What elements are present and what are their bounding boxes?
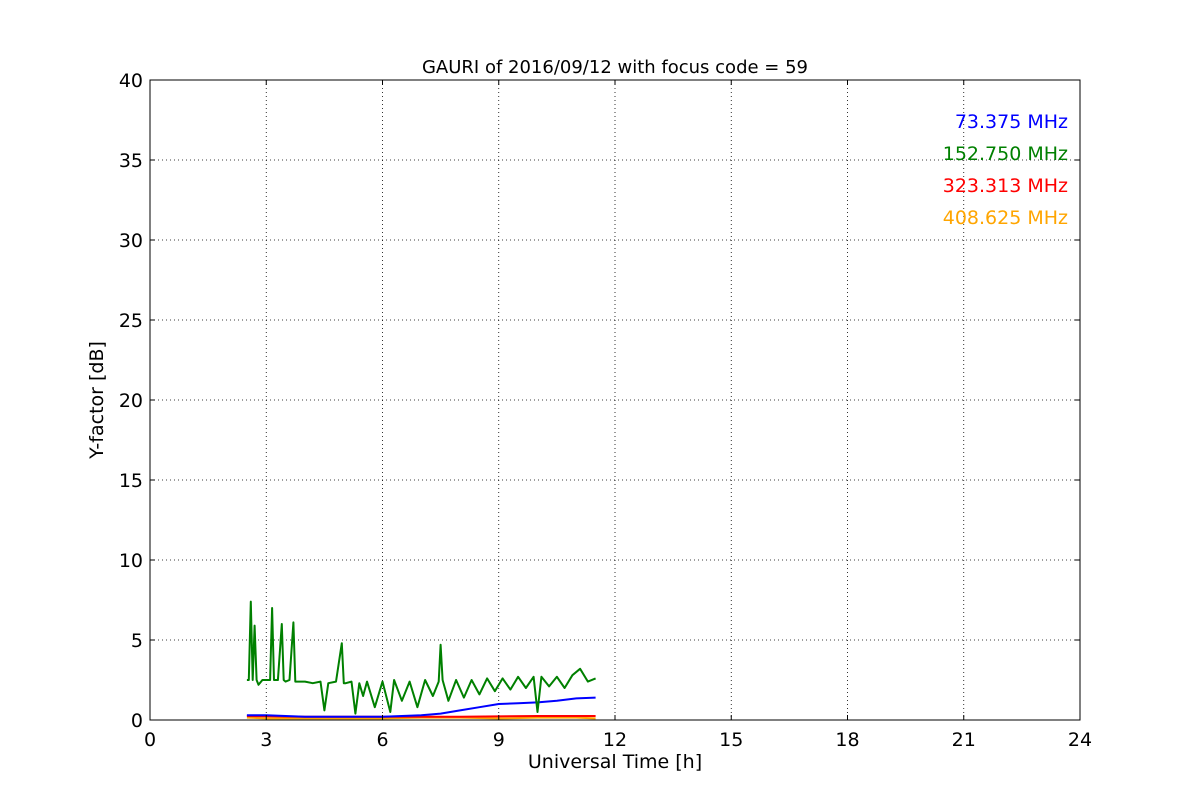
x-tick-label: 3: [260, 729, 272, 751]
x-tick-label: 9: [493, 729, 505, 751]
chart-title: GAURI of 2016/09/12 with focus code = 59: [422, 57, 808, 78]
legend-entry: 408.625 MHz: [943, 207, 1068, 229]
y-tick-label: 30: [119, 230, 143, 252]
y-tick-label: 40: [119, 70, 143, 92]
y-axis-label: Y-factor [dB]: [86, 341, 108, 460]
y-tick-label: 0: [131, 710, 143, 732]
legend-entry: 73.375 MHz: [955, 111, 1068, 133]
legend-entry: 152.750 MHz: [943, 143, 1068, 165]
legend-entry: 323.313 MHz: [943, 175, 1068, 197]
y-tick-label: 25: [119, 310, 143, 332]
chart-figure: 0 3 6 9 12 15 18 21 24 0 5 10 15 20 25 30 35 40 GAURI of …: [0, 0, 1200, 800]
x-tick-label: 6: [376, 729, 388, 751]
x-tick-label: 24: [1068, 729, 1092, 751]
y-tick-label: 5: [131, 630, 143, 652]
y-tick-label: 20: [119, 390, 143, 412]
y-tick-label: 35: [119, 150, 143, 172]
x-tick-label: 15: [719, 729, 743, 751]
x-tick-label: 18: [835, 729, 859, 751]
y-tick-label: 10: [119, 550, 143, 572]
x-tick-label: 12: [603, 729, 627, 751]
x-tick-label: 0: [144, 729, 156, 751]
x-axis-label: Universal Time [h]: [528, 751, 702, 773]
x-tick-label: 21: [952, 729, 976, 751]
y-tick-label: 15: [119, 470, 143, 492]
